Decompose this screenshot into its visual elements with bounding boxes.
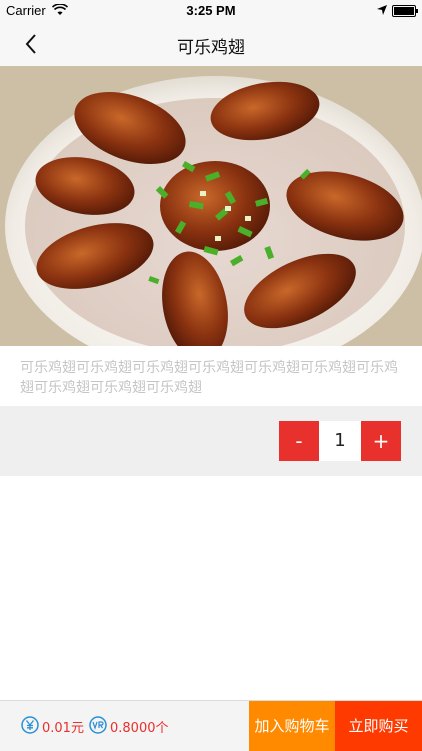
decrease-quantity-button[interactable]: -	[279, 421, 319, 461]
description-text: 可乐鸡翅可乐鸡翅可乐鸡翅可乐鸡翅可乐鸡翅可乐鸡翅可乐鸡翅可乐鸡翅可乐鸡翅可乐鸡翅	[20, 360, 398, 396]
location-icon	[376, 4, 388, 20]
buy-now-button[interactable]: 立即购买	[335, 701, 422, 751]
product-description: 可乐鸡翅可乐鸡翅可乐鸡翅可乐鸡翅可乐鸡翅可乐鸡翅可乐鸡翅可乐鸡翅可乐鸡翅可乐鸡翅	[0, 346, 422, 406]
bottom-action-bar: 0.01元 0.8000个 加入购物车 立即购买	[0, 700, 422, 751]
page-title: 可乐鸡翅	[177, 38, 245, 58]
clock: 3:25 PM	[186, 3, 236, 18]
vr-coin-icon	[88, 715, 108, 735]
status-bar: Carrier 3:25 PM	[0, 0, 422, 22]
navigation-bar: 可乐鸡翅	[0, 22, 422, 67]
price-rmb: 0.01元	[42, 721, 84, 736]
battery-icon	[392, 5, 418, 17]
quantity-value[interactable]: 1	[319, 421, 361, 461]
add-to-cart-button[interactable]: 加入购物车	[249, 701, 335, 751]
yuan-coin-icon	[20, 715, 40, 735]
price-vr: 0.8000个	[110, 721, 169, 736]
increase-quantity-button[interactable]: +	[361, 421, 401, 461]
product-image	[0, 66, 422, 346]
